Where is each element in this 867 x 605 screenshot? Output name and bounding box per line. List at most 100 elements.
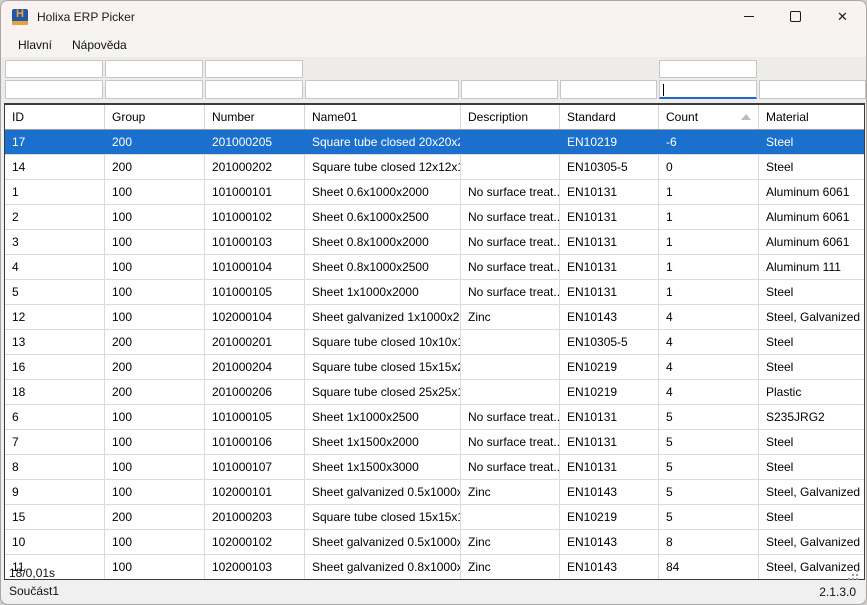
table-cell-standard[interactable]: EN10131 [560, 180, 659, 204]
filter-input-row1-id[interactable] [5, 60, 103, 78]
table-cell-name01[interactable]: Square tube closed 15x15x1.5 [305, 505, 461, 529]
table-row[interactable]: 3100101000103Sheet 0.8x1000x2000No surfa… [5, 230, 864, 255]
table-row[interactable]: 13200201000201Square tube closed 10x10x1… [5, 330, 864, 355]
table-cell-material[interactable]: Aluminum 111 [759, 255, 862, 279]
table-cell-group[interactable]: 100 [105, 205, 205, 229]
table-cell-count[interactable]: 4 [659, 355, 759, 379]
table-cell-id[interactable]: 12 [5, 305, 105, 329]
table-row[interactable]: 16200201000204Square tube closed 15x15x2… [5, 355, 864, 380]
table-cell-id[interactable]: 17 [5, 130, 105, 154]
filter-input-row2-material[interactable] [759, 80, 866, 99]
table-cell-id[interactable]: 2 [5, 205, 105, 229]
table-cell-group[interactable]: 200 [105, 505, 205, 529]
table-cell-description[interactable]: No surface treat... [461, 180, 560, 204]
table-cell-group[interactable]: 100 [105, 555, 205, 579]
table-cell-count[interactable]: 1 [659, 180, 759, 204]
table-cell-description[interactable]: No surface treat... [461, 255, 560, 279]
table-row[interactable]: 9100102000101Sheet galvanized 0.5x1000x.… [5, 480, 864, 505]
table-cell-count[interactable]: 1 [659, 255, 759, 279]
table-cell-material[interactable]: Steel, Galvanized [759, 530, 862, 554]
table-row[interactable]: 18200201000206Square tube closed 25x25x1… [5, 380, 864, 405]
table-cell-name01[interactable]: Square tube closed 12x12x1.5 [305, 155, 461, 179]
filter-input-row2-id[interactable] [5, 80, 103, 99]
table-cell-id[interactable]: 14 [5, 155, 105, 179]
table-cell-number[interactable]: 101000107 [205, 455, 305, 479]
table-cell-standard[interactable]: EN10143 [560, 480, 659, 504]
table-cell-standard[interactable]: EN10131 [560, 205, 659, 229]
table-row[interactable]: 10100102000102Sheet galvanized 0.5x1000x… [5, 530, 864, 555]
table-cell-description[interactable] [461, 130, 560, 154]
table-cell-group[interactable]: 200 [105, 155, 205, 179]
table-cell-description[interactable]: No surface treat... [461, 205, 560, 229]
table-cell-standard[interactable]: EN10219 [560, 505, 659, 529]
table-cell-material[interactable]: Steel [759, 505, 862, 529]
table-cell-count[interactable]: 5 [659, 430, 759, 454]
table-row[interactable]: 6100101000105Sheet 1x1000x2500No surface… [5, 405, 864, 430]
table-cell-id[interactable]: 7 [5, 430, 105, 454]
table-cell-material[interactable]: Steel [759, 155, 862, 179]
table-cell-count[interactable]: 84 [659, 555, 759, 579]
table-cell-name01[interactable]: Sheet galvanized 0.8x1000x... [305, 555, 461, 579]
table-cell-id[interactable]: 13 [5, 330, 105, 354]
table-cell-id[interactable]: 4 [5, 255, 105, 279]
filter-input-row2-group[interactable] [105, 80, 203, 99]
table-cell-description[interactable] [461, 155, 560, 179]
table-cell-description[interactable] [461, 355, 560, 379]
minimize-button[interactable] [725, 1, 772, 32]
table-cell-name01[interactable]: Sheet 0.6x1000x2000 [305, 180, 461, 204]
table-cell-name01[interactable]: Sheet galvanized 0.5x1000x... [305, 480, 461, 504]
table-cell-number[interactable]: 101000102 [205, 205, 305, 229]
table-cell-id[interactable]: 8 [5, 455, 105, 479]
table-row[interactable]: 5100101000105Sheet 1x1000x2000No surface… [5, 280, 864, 305]
table-cell-group[interactable]: 200 [105, 330, 205, 354]
table-cell-name01[interactable]: Square tube closed 10x10x1 [305, 330, 461, 354]
table-cell-number[interactable]: 201000206 [205, 380, 305, 404]
table-cell-description[interactable] [461, 505, 560, 529]
table-cell-number[interactable]: 201000204 [205, 355, 305, 379]
table-cell-standard[interactable]: EN10131 [560, 255, 659, 279]
table-cell-material[interactable]: Plastic [759, 380, 862, 404]
filter-input-row2-number[interactable] [205, 80, 303, 99]
column-header-standard[interactable]: Standard [560, 105, 659, 129]
column-header-material[interactable]: Material [759, 105, 862, 129]
table-row[interactable]: 4100101000104Sheet 0.8x1000x2500No surfa… [5, 255, 864, 280]
table-cell-number[interactable]: 101000104 [205, 255, 305, 279]
table-cell-name01[interactable]: Sheet 1x1000x2500 [305, 405, 461, 429]
table-cell-number[interactable]: 201000203 [205, 505, 305, 529]
table-cell-name01[interactable]: Sheet 0.8x1000x2500 [305, 255, 461, 279]
table-cell-standard[interactable]: EN10131 [560, 455, 659, 479]
table-cell-count[interactable]: 5 [659, 480, 759, 504]
table-cell-id[interactable]: 16 [5, 355, 105, 379]
column-header-group[interactable]: Group [105, 105, 205, 129]
table-cell-standard[interactable]: EN10305-5 [560, 330, 659, 354]
table-cell-id[interactable]: 3 [5, 230, 105, 254]
table-cell-standard[interactable]: EN10131 [560, 230, 659, 254]
table-cell-group[interactable]: 100 [105, 255, 205, 279]
filter-input-row2-standard[interactable] [560, 80, 657, 99]
close-button[interactable]: ✕ [819, 1, 866, 32]
table-cell-number[interactable]: 101000106 [205, 430, 305, 454]
table-cell-group[interactable]: 100 [105, 455, 205, 479]
table-cell-count[interactable]: 4 [659, 380, 759, 404]
maximize-button[interactable] [772, 1, 819, 32]
table-row[interactable]: 7100101000106Sheet 1x1500x2000No surface… [5, 430, 864, 455]
table-row[interactable]: 15200201000203Square tube closed 15x15x1… [5, 505, 864, 530]
table-cell-standard[interactable]: EN10131 [560, 280, 659, 304]
table-row[interactable]: 8100101000107Sheet 1x1500x3000No surface… [5, 455, 864, 480]
table-cell-group[interactable]: 200 [105, 355, 205, 379]
table-cell-material[interactable]: Aluminum 6061 [759, 180, 862, 204]
table-cell-number[interactable]: 102000104 [205, 305, 305, 329]
table-cell-id[interactable]: 6 [5, 405, 105, 429]
table-cell-name01[interactable]: Square tube closed 25x25x1.5 [305, 380, 461, 404]
table-cell-id[interactable]: 15 [5, 505, 105, 529]
table-cell-material[interactable]: Steel, Galvanized [759, 480, 862, 504]
table-cell-count[interactable]: 5 [659, 505, 759, 529]
table-cell-description[interactable]: No surface treat... [461, 455, 560, 479]
table-cell-description[interactable]: Zinc [461, 555, 560, 579]
table-row[interactable]: 17200201000205Square tube closed 20x20x2… [5, 130, 864, 155]
table-cell-material[interactable]: Aluminum 6061 [759, 230, 862, 254]
table-cell-id[interactable]: 1 [5, 180, 105, 204]
table-cell-group[interactable]: 200 [105, 130, 205, 154]
table-row[interactable]: 11100102000103Sheet galvanized 0.8x1000x… [5, 555, 864, 579]
table-cell-group[interactable]: 100 [105, 405, 205, 429]
